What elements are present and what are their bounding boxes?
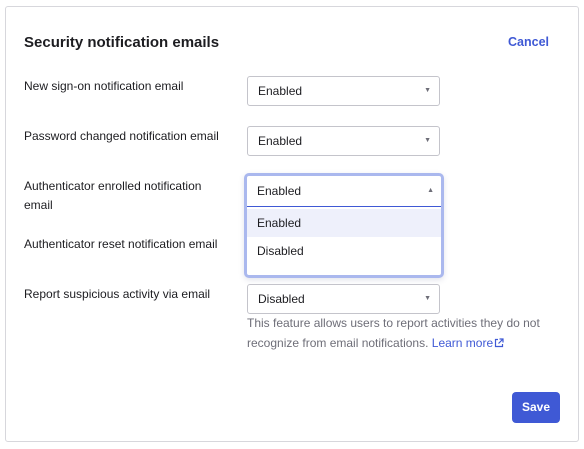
authenticator-enrolled-label: Authenticator enrolled notification emai… [24,179,202,212]
dialog-title: Security notification emails [24,34,220,51]
new-sign-on-select[interactable]: Enabled ▼ [247,76,440,106]
new-sign-on-label: New sign-on notification email [24,79,184,93]
select-value: Disabled [258,292,305,306]
caret-down-icon: ▼ [424,295,431,302]
select-value: Enabled [258,134,303,148]
caret-down-icon: ▼ [424,87,431,94]
password-changed-select[interactable]: Enabled ▼ [247,126,440,156]
learn-more-link[interactable]: Learn more [432,336,504,350]
caret-up-icon: ▲ [427,187,434,194]
select-value: Enabled [258,84,303,98]
cancel-link[interactable]: Cancel [508,35,549,49]
save-button[interactable]: Save [512,392,560,423]
authenticator-enrolled-select[interactable]: Enabled ▲ [247,176,441,207]
report-suspicious-select[interactable]: Disabled ▼ [247,284,440,314]
report-suspicious-label: Report suspicious activity via email [24,287,211,301]
authenticator-enrolled-dropdown: Enabled ▲ Enabled Disabled [244,173,444,278]
option-disabled[interactable]: Disabled [247,237,441,265]
security-notification-dialog: Security notification emails Cancel New … [5,6,579,442]
select-value: Enabled [257,184,302,198]
caret-down-icon: ▼ [424,137,431,144]
option-enabled[interactable]: Enabled [247,209,441,237]
authenticator-reset-label: Authenticator reset notification email [24,237,218,251]
report-help-text: This feature allows users to report acti… [247,313,567,353]
learn-more-label: Learn more [431,336,494,350]
external-link-icon [495,338,504,348]
password-changed-label: Password changed notification email [24,129,219,143]
